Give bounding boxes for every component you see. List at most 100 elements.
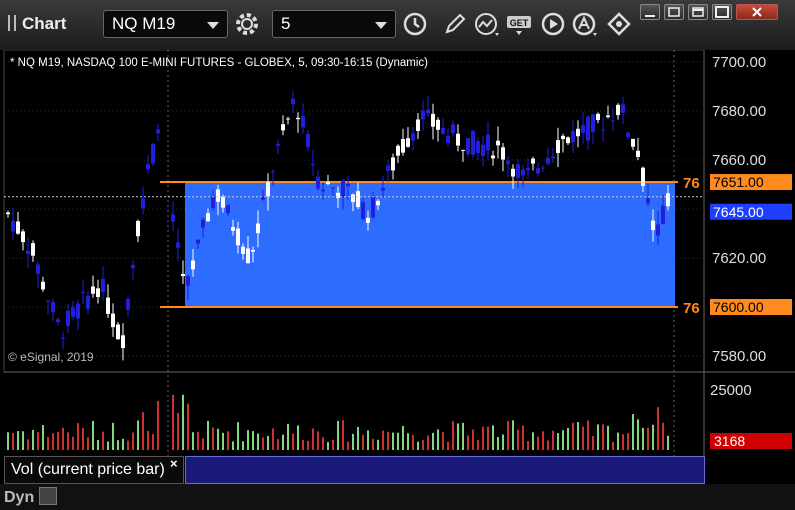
candle-body [211,196,215,208]
candle-body [646,198,650,204]
volume-bar [142,412,144,450]
link-button[interactable] [604,10,634,38]
volume-bar [77,423,79,450]
volume-bar [192,432,194,450]
volume-bar [52,433,54,450]
restore-button[interactable] [664,4,684,20]
close-icon[interactable]: × [170,456,178,471]
volume-bar [62,427,64,450]
price-chart[interactable]: * NQ M19, NASDAQ 100 E-MINI FUTURES - GL… [0,50,795,510]
candle-body [571,131,575,143]
volume-bar [567,427,569,450]
volume-bar [67,432,69,450]
volume-bar [92,420,94,450]
candle-body [616,104,620,116]
candle-body [181,273,185,277]
chevron-down-icon[interactable] [207,22,219,29]
volume-bar [122,438,124,450]
volume-panel-label[interactable]: Vol (current price bar) [4,456,184,484]
volume-bar [202,438,204,450]
volume-bar [367,430,369,450]
volume-bar [382,430,384,450]
volume-bar [262,437,264,450]
candle-body [486,134,490,151]
window-icon [692,7,704,17]
volume-bar [322,437,324,450]
candle-body [186,276,190,286]
candle-body [626,132,630,137]
volume-bar [102,431,104,450]
candle-body [156,129,160,134]
volume-bar [97,440,99,450]
candle-body [136,220,140,237]
volume-bar [457,423,459,450]
volume-bar [252,431,254,450]
candle-body [421,110,425,120]
candle-body [306,133,310,148]
volume-bar [17,431,19,450]
restore-icon [668,7,680,17]
price-tick-label: 7620.00 [712,250,766,267]
minimize-icon [645,15,655,17]
minimize-button[interactable] [640,4,660,20]
volume-bar [452,421,454,450]
chevron-down-icon[interactable] [375,22,387,29]
candle-body [196,239,200,244]
candle-body [296,117,300,120]
candle-body [606,115,610,118]
candle-body [86,295,90,309]
volume-bar [132,432,134,450]
close-button[interactable] [736,4,778,20]
volume-bar [387,431,389,450]
volume-bar [277,439,279,450]
volume-bar [337,420,339,450]
interval-combo[interactable]: 5 [272,10,396,38]
volume-bar [317,431,319,450]
volume-bar [377,439,379,450]
volume-bar [182,394,184,450]
volume-bar [302,440,304,450]
candle-body [281,124,285,131]
volume-bar [667,435,669,450]
candle-body [226,205,230,214]
candle-body [436,119,440,130]
studies-button[interactable] [473,10,503,38]
volume-bar [247,430,249,450]
symbol-combo[interactable]: NQ M19 [103,10,228,38]
volume-bar [547,440,549,450]
candle-body [551,156,555,159]
volume-bar [652,424,654,450]
dynamic-mode[interactable]: Dyn [4,487,57,507]
settings-button[interactable] [232,10,262,38]
volume-bar [442,432,444,450]
candle-body [16,221,20,234]
candle-body [581,125,585,134]
candle-body [346,183,350,187]
candle-body [666,193,670,207]
draw-button[interactable] [440,10,470,38]
candle-body [511,168,515,177]
candle-body [56,319,60,323]
volume-bar [312,428,314,450]
alert-button[interactable] [571,10,601,38]
price-tick-label: 7580.00 [712,348,766,365]
candle-body [541,167,545,169]
clock-button[interactable] [400,10,430,38]
window-title-text: Chart [22,14,67,33]
grip-icon[interactable] [8,15,16,31]
get-button[interactable]: GET [505,10,535,38]
maximize-button[interactable] [712,4,732,20]
link-icon [607,12,631,36]
candle-body [386,165,390,171]
candle-body [651,220,655,231]
candle-body [426,109,430,114]
play-button[interactable] [538,10,568,38]
current-price-label: 7645.00 [713,204,764,220]
volume-bar [22,431,24,450]
volume-bar [212,427,214,450]
volume-bar [232,441,234,450]
volume-bar [467,435,469,450]
bring-front-button[interactable] [688,4,708,20]
volume-bar [222,432,224,450]
lock-icon[interactable] [38,487,57,505]
